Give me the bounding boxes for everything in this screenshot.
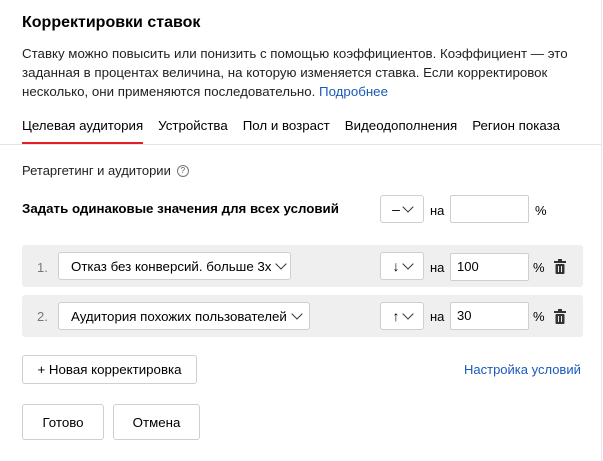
direction-value: ↓	[392, 258, 400, 274]
row-number: 2.	[37, 309, 48, 324]
condition-value: Отказ без конверсий. больше 3х	[71, 258, 272, 274]
row-percent-label: %	[533, 309, 545, 324]
condition-value: Аудитория похожих пользователей	[71, 308, 287, 324]
row-number: 1.	[37, 260, 48, 275]
add-adjustment-button[interactable]: + Новая корректировка	[22, 355, 197, 384]
common-percent-label: %	[535, 203, 547, 218]
chevron-down-icon	[402, 201, 414, 213]
tab-gender-age[interactable]: Пол и возраст	[243, 118, 330, 144]
condition-select[interactable]: Аудитория похожих пользователей	[58, 302, 310, 330]
chevron-down-icon	[401, 258, 414, 270]
tabs-divider	[0, 144, 601, 145]
direction-value: ↑	[392, 308, 400, 324]
more-link[interactable]: Подробнее	[319, 84, 388, 99]
help-icon[interactable]: ?	[176, 164, 189, 177]
tab-video-extensions[interactable]: Видеодополнения	[345, 118, 457, 144]
chevron-down-icon	[291, 308, 303, 320]
direction-select[interactable]: ↓	[380, 252, 424, 280]
row-on-label: на	[430, 309, 445, 324]
done-button[interactable]: Готово	[22, 404, 104, 440]
modal: Корректировки ставок Ставку можно повыси…	[0, 0, 602, 461]
chevron-down-icon	[401, 308, 414, 320]
trash-icon[interactable]	[554, 259, 566, 274]
common-sign-select[interactable]: –	[380, 195, 424, 223]
common-values-label: Задать одинаковые значения для всех усло…	[22, 201, 339, 216]
cancel-button[interactable]: Отмена	[113, 404, 200, 440]
modal-description: Ставку можно повысить или понизить с пом…	[22, 44, 594, 101]
common-sign-value: –	[392, 201, 400, 217]
condition-settings-link[interactable]: Настройка условий	[464, 362, 581, 377]
modal-title: Корректировки ставок	[22, 14, 201, 31]
condition-select[interactable]: Отказ без конверсий. больше 3х	[58, 252, 291, 280]
direction-select[interactable]: ↑	[380, 302, 424, 330]
tab-devices[interactable]: Устройства	[158, 118, 228, 144]
adjustment-value-input[interactable]: 30	[450, 302, 529, 330]
trash-icon[interactable]	[554, 309, 566, 324]
common-on-label: на	[430, 203, 445, 218]
section-title: Ретаргетинг и аудитории	[22, 163, 171, 178]
description-text: Ставку можно повысить или понизить с пом…	[22, 46, 568, 99]
section-heading: Ретаргетинг и аудитории ?	[22, 163, 189, 178]
common-value-input[interactable]	[450, 195, 529, 223]
row-on-label: на	[430, 260, 445, 275]
chevron-down-icon	[275, 258, 288, 270]
tab-target-audience[interactable]: Целевая аудитория	[22, 118, 144, 144]
tab-bar: Целевая аудитория Устройства Пол и возра…	[22, 118, 575, 144]
tab-region[interactable]: Регион показа	[472, 118, 560, 144]
row-percent-label: %	[533, 260, 545, 275]
adjustment-value-input[interactable]: 100	[450, 253, 529, 281]
